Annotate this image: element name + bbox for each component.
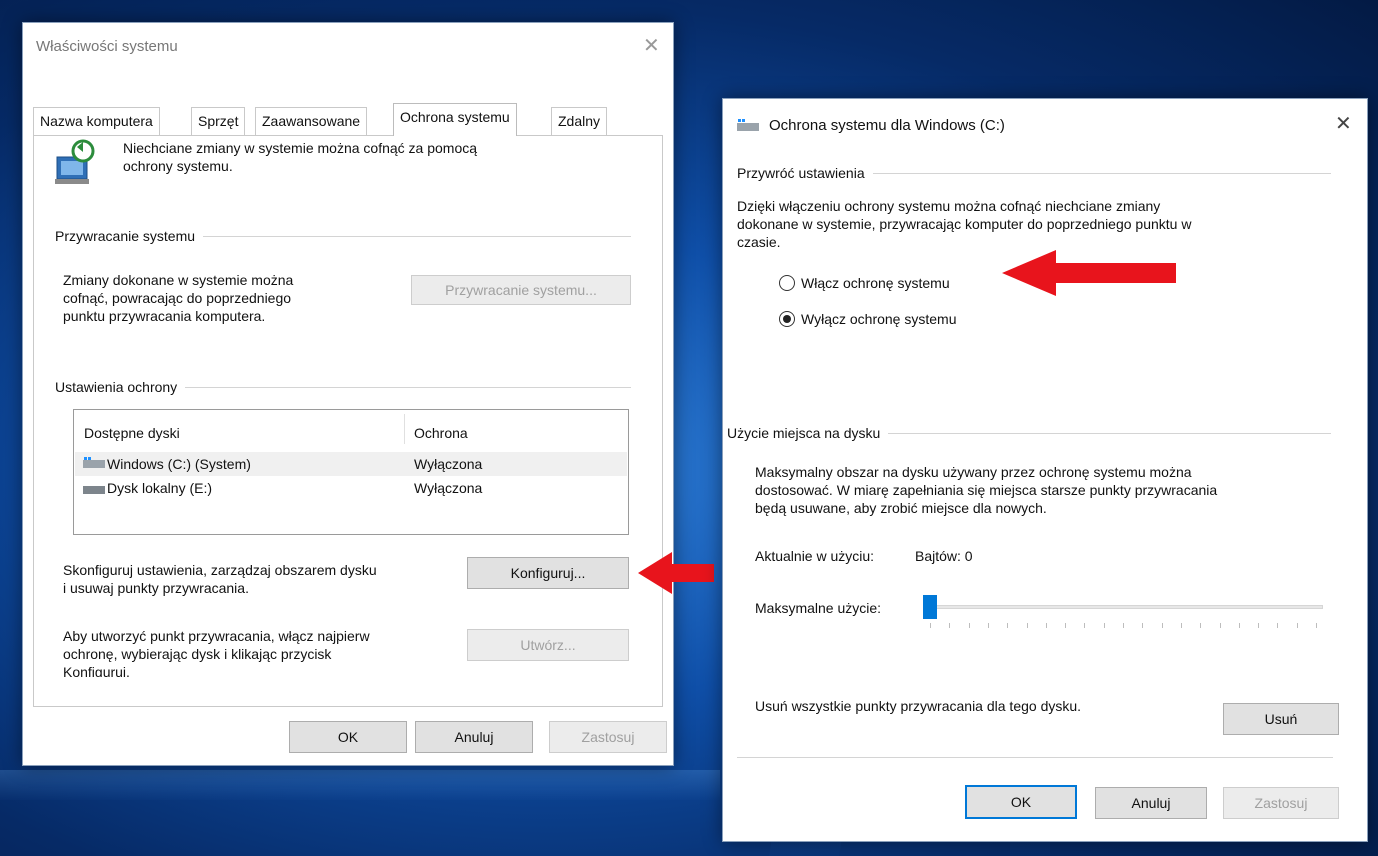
drive-icon: [737, 119, 759, 131]
delete-button[interactable]: Usuń: [1223, 703, 1339, 735]
system-restore-button[interactable]: Przywracanie systemu...: [411, 275, 631, 305]
drive-status: Wyłączona: [414, 456, 483, 472]
cancel-button[interactable]: Anuluj: [415, 721, 533, 753]
slider-tick: [1277, 623, 1279, 628]
max-usage-slider[interactable]: [923, 593, 1323, 633]
disable-protection-label[interactable]: Wyłącz ochronę systemu: [801, 310, 956, 328]
window-title: Właściwości systemu: [36, 38, 178, 55]
slider-tick: [1103, 623, 1105, 628]
create-button[interactable]: Utwórz...: [467, 629, 629, 661]
create-text-clip: Aby utworzyć punkt przywracania, włącz n…: [63, 627, 463, 677]
tab-advanced[interactable]: Zaawansowane: [255, 107, 368, 135]
restore-text-line: cofnąć, powracając do poprzedniego: [63, 290, 292, 306]
apply-button[interactable]: Zastosuj: [1223, 787, 1339, 819]
delete-points-text: Usuń wszystkie punkty przywracania dla t…: [755, 698, 1082, 714]
close-icon[interactable]: ✕: [643, 36, 660, 56]
local-drive-icon: [83, 486, 105, 494]
restore-settings-text-line: Dzięki włączeniu ochrony systemu można c…: [737, 198, 1161, 214]
restore-settings-title: Przywróć ustawienia: [737, 165, 873, 181]
red-arrow-icon: [638, 552, 714, 594]
slider-tick: [1219, 623, 1221, 628]
slider-tick: [1084, 623, 1086, 628]
cancel-button[interactable]: Anuluj: [1095, 787, 1207, 819]
intro-text-line: Niechciane zmiany w systemie można cofną…: [123, 140, 478, 156]
restore-group-title: Przywracanie systemu: [55, 228, 204, 244]
slider-tick: [1045, 623, 1047, 628]
slider-tick: [1258, 623, 1260, 628]
restore-text-line: punktu przywracania komputera.: [63, 308, 266, 324]
table-row[interactable]: Dysk lokalny (E:) Wyłączona: [75, 476, 627, 500]
column-header-protection[interactable]: Ochrona: [414, 424, 468, 442]
disk-usage-text-line: będą usuwane, aby zrobić miejsce dla now…: [755, 500, 1047, 516]
system-protection-icon: [53, 139, 97, 187]
ok-button[interactable]: OK: [289, 721, 407, 753]
restore-text-line: Zmiany dokonane w systemie można: [63, 272, 294, 288]
slider-tick: [968, 623, 970, 628]
slider-tick: [949, 623, 951, 628]
max-usage-label: Maksymalne użycie:: [755, 600, 882, 616]
tab-computer-name[interactable]: Nazwa komputera: [33, 107, 160, 135]
title-bar[interactable]: Właściwości systemu ✕: [23, 23, 673, 69]
slider-tick: [1007, 623, 1009, 628]
slider-tick: [1180, 623, 1182, 628]
slider-tick: [1142, 623, 1144, 628]
disable-protection-radio[interactable]: [779, 311, 795, 327]
current-usage-label: Aktualnie w użyciu:: [755, 548, 875, 564]
slider-tick: [1026, 623, 1028, 628]
column-header-drives[interactable]: Dostępne dyski: [84, 424, 180, 442]
footer-divider: [737, 757, 1333, 758]
title-bar[interactable]: Ochrona systemu dla Windows (C:) ✕: [723, 99, 1367, 145]
drives-list[interactable]: Dostępne dyski Ochrona Windows (C:) (Sys…: [73, 409, 629, 535]
drive-status: Wyłączona: [414, 480, 483, 496]
slider-tick: [930, 623, 931, 628]
enable-protection-radio[interactable]: [779, 275, 795, 291]
red-arrow-icon: [1002, 250, 1176, 296]
disk-usage-title: Użycie miejsca na dysku: [727, 425, 889, 441]
disk-usage-text-line: Maksymalny obszar na dysku używany przez…: [755, 464, 1192, 480]
slider-track[interactable]: [927, 605, 1323, 609]
drive-name: Windows (C:) (System): [107, 456, 251, 472]
ok-button[interactable]: OK: [965, 785, 1077, 819]
drive-name: Dysk lokalny (E:): [107, 480, 213, 496]
apply-button[interactable]: Zastosuj: [549, 721, 667, 753]
create-text-line: ochronę, wybierając dysk i klikając przy…: [63, 646, 332, 662]
slider-tick: [1316, 623, 1317, 628]
create-text-line: Konfiguruj.: [63, 664, 130, 677]
slider-tick: [1296, 623, 1298, 628]
slider-tick: [1200, 623, 1202, 628]
table-row[interactable]: Windows (C:) (System) Wyłączona: [75, 452, 627, 476]
slider-tick: [1123, 623, 1124, 628]
windows-drive-icon: [83, 457, 105, 468]
configure-text-line: i usuwaj punkty przywracania.: [63, 580, 249, 596]
close-icon[interactable]: ✕: [1335, 114, 1352, 134]
slider-thumb[interactable]: [923, 595, 937, 619]
configure-text-line: Skonfiguruj ustawienia, zarządzaj obszar…: [63, 562, 377, 578]
tab-hardware[interactable]: Sprzęt: [191, 107, 246, 135]
disk-usage-text-line: dostosować. W miarę zapełniania się miej…: [755, 482, 1218, 498]
tab-remote[interactable]: Zdalny: [551, 107, 608, 135]
restore-settings-text-line: dokonane w systemie, przywracając komput…: [737, 216, 1192, 232]
configure-button[interactable]: Konfiguruj...: [467, 557, 629, 589]
create-text-line: Aby utworzyć punkt przywracania, włącz n…: [63, 628, 370, 644]
light-beam: [0, 770, 720, 800]
system-protection-dialog: Ochrona systemu dla Windows (C:) ✕ Przyw…: [722, 98, 1368, 842]
restore-settings-text-line: czasie.: [737, 234, 781, 250]
current-usage-value: Bajtów: 0: [915, 548, 973, 564]
dialog-title: Ochrona systemu dla Windows (C:): [769, 117, 1005, 134]
system-properties-window: Właściwości systemu ✕ Nazwa komputera Sp…: [22, 22, 674, 766]
slider-tick: [1065, 623, 1067, 628]
column-divider: [404, 414, 405, 444]
enable-protection-label[interactable]: Włącz ochronę systemu: [801, 274, 950, 292]
slider-tick: [1161, 623, 1163, 628]
slider-tick: [1238, 623, 1240, 628]
intro-text-line: ochrony systemu.: [123, 158, 233, 174]
slider-tick: [987, 623, 989, 628]
protection-group-title: Ustawienia ochrony: [55, 379, 186, 395]
tab-system-protection[interactable]: Ochrona systemu: [393, 103, 517, 136]
